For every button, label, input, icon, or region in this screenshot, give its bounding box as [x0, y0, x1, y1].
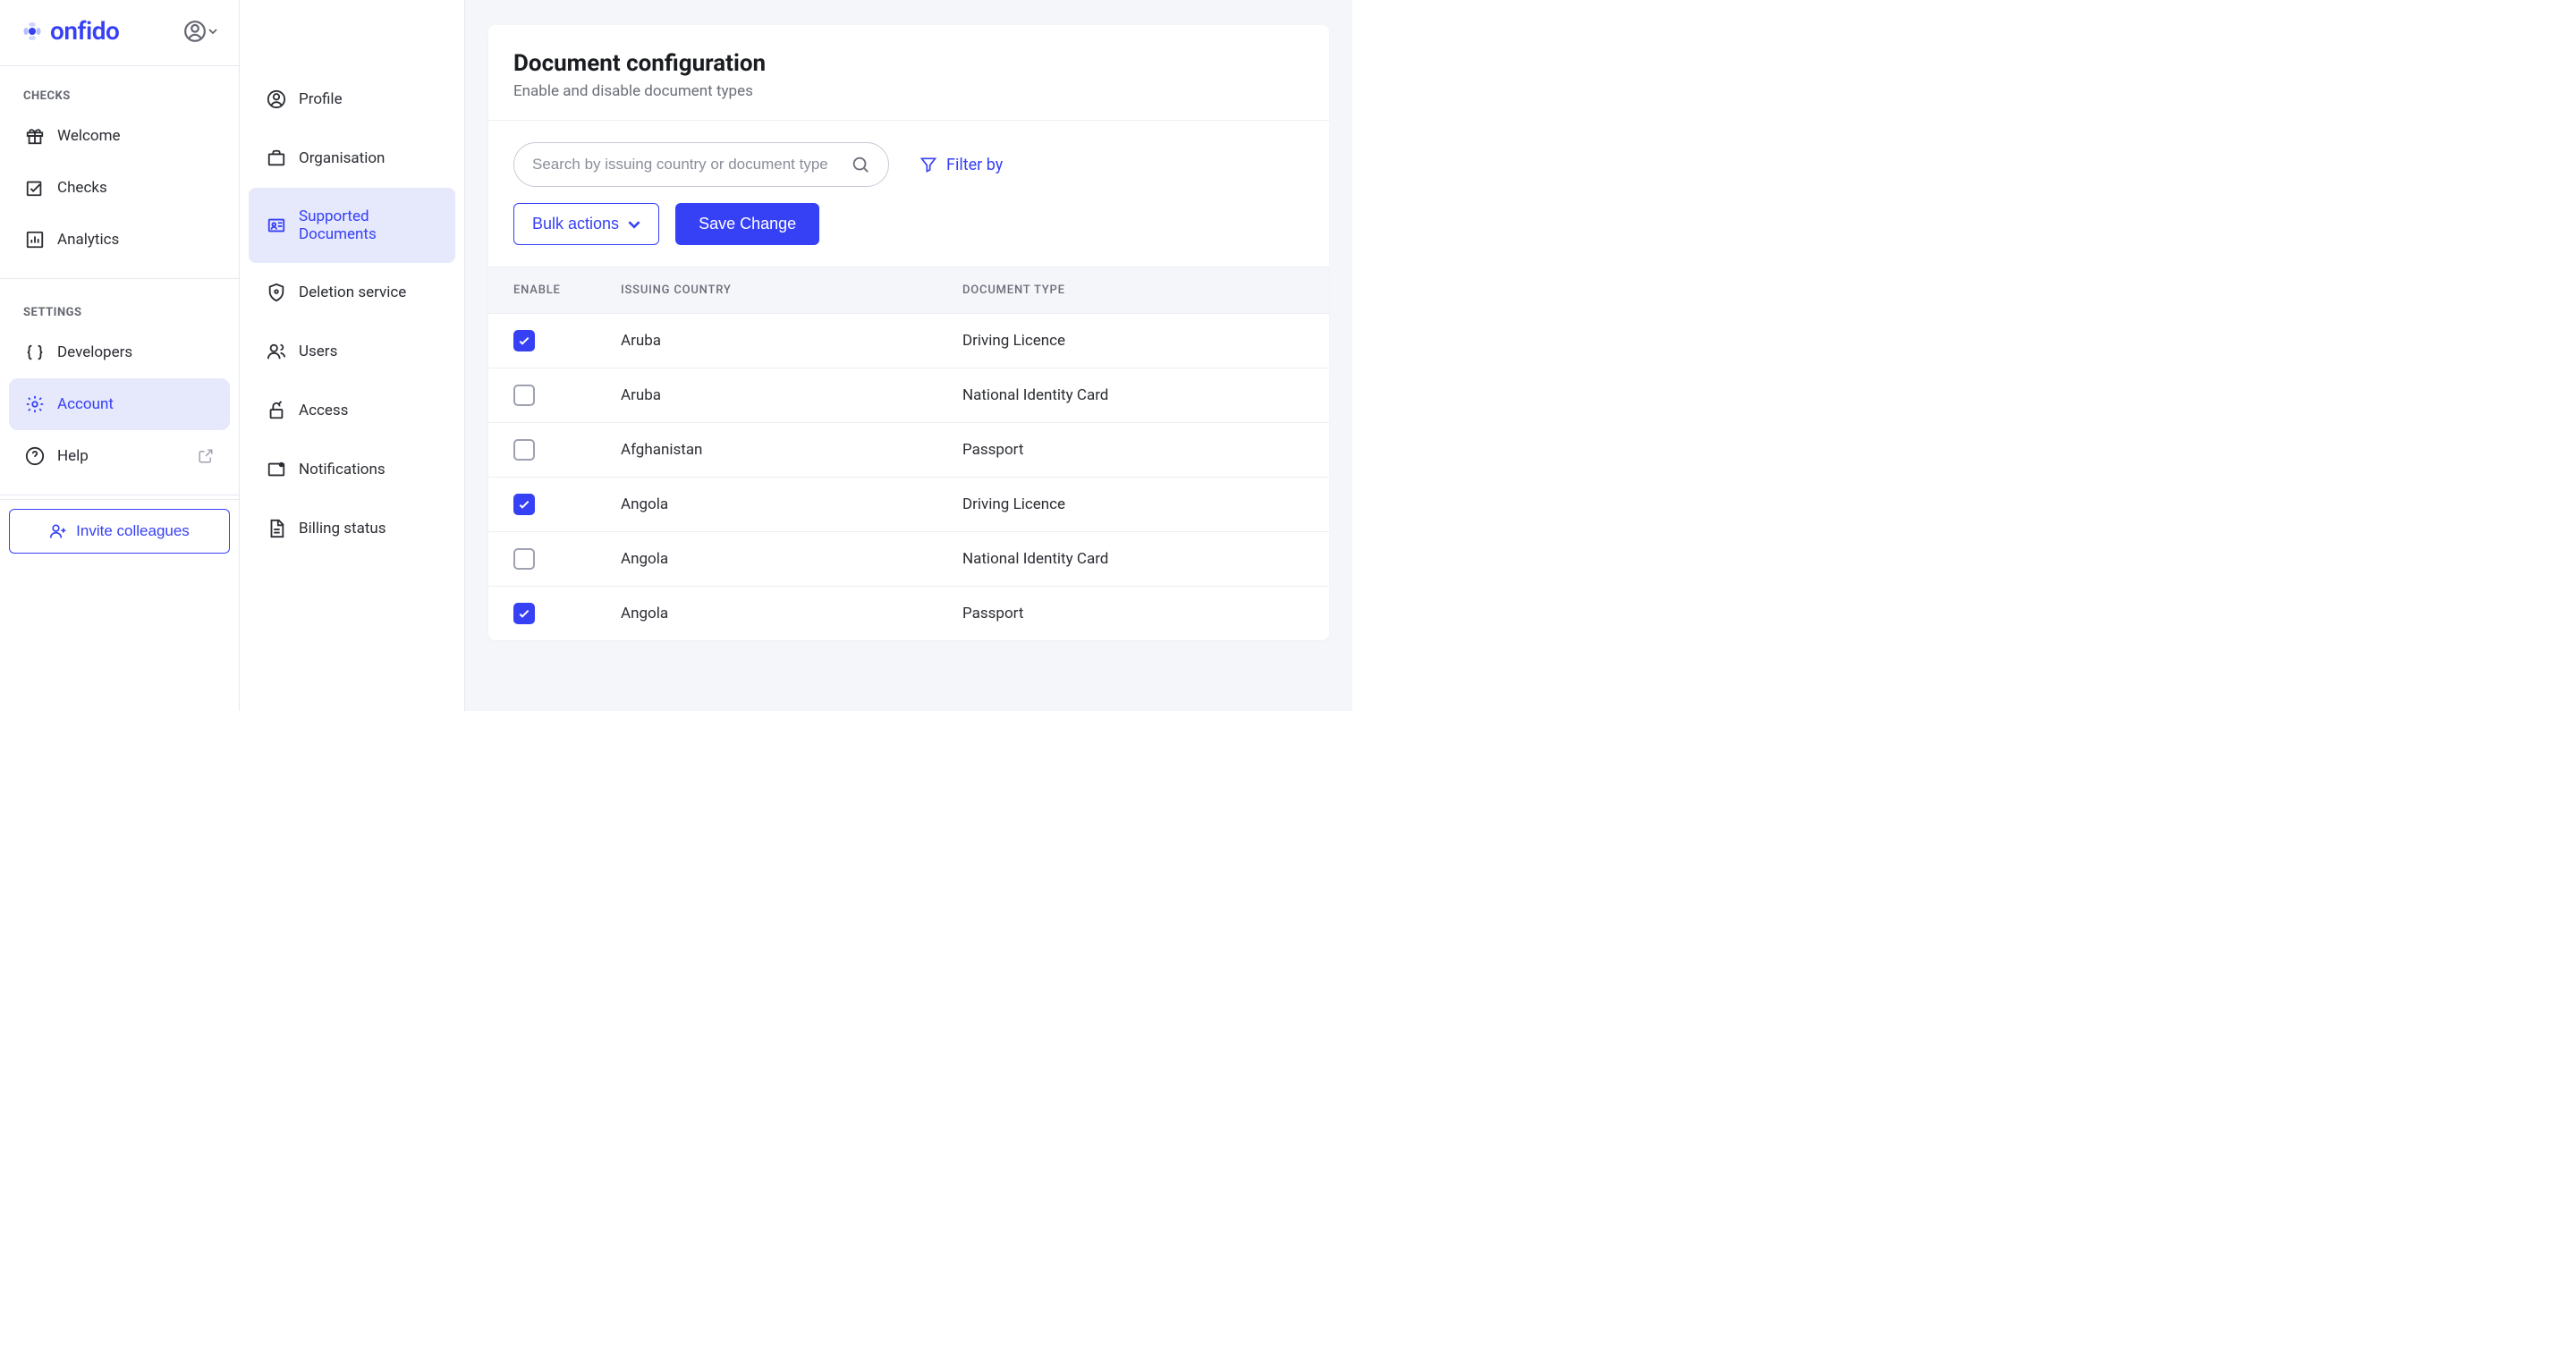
brand-name: onfido — [50, 16, 119, 46]
user-icon — [183, 20, 207, 43]
logo-icon — [21, 21, 43, 42]
table-row: AfghanistanPassport — [488, 423, 1329, 478]
subnav-supported-documents[interactable]: Supported Documents — [249, 188, 455, 263]
subnav-access[interactable]: Access — [249, 381, 455, 440]
nav-developers[interactable]: Developers — [9, 326, 230, 378]
enable-checkbox[interactable] — [513, 494, 535, 515]
section-checks-heading: CHECKS — [9, 82, 230, 110]
doctype-cell: Driving Licence — [962, 332, 1304, 350]
table-row: ArubaDriving Licence — [488, 314, 1329, 368]
doctype-cell: Passport — [962, 605, 1304, 622]
filter-icon — [919, 156, 937, 173]
subnav-organisation[interactable]: Organisation — [249, 129, 455, 188]
table-row: AngolaNational Identity Card — [488, 532, 1329, 587]
doctype-cell: National Identity Card — [962, 550, 1304, 568]
invite-colleagues-button[interactable]: Invite colleagues — [9, 509, 230, 554]
nav-help[interactable]: Help — [9, 430, 230, 482]
subnav-profile-label: Profile — [299, 90, 343, 108]
lock-icon — [267, 401, 286, 420]
section-settings-heading: SETTINGS — [9, 299, 230, 326]
invite-colleagues-label: Invite colleagues — [76, 522, 190, 540]
user-plus-icon — [49, 522, 67, 540]
nav-analytics-label: Analytics — [57, 231, 119, 249]
col-country-header: ISSUING COUNTRY — [621, 283, 962, 297]
document-icon — [267, 519, 286, 538]
subnav-deletion-service-label: Deletion service — [299, 283, 406, 301]
subnav-organisation-label: Organisation — [299, 149, 385, 167]
user-menu-button[interactable] — [183, 20, 217, 43]
country-cell: Angola — [621, 605, 962, 622]
country-cell: Aruba — [621, 386, 962, 404]
bulk-actions-button[interactable]: Bulk actions — [513, 203, 659, 245]
gift-icon — [25, 126, 45, 146]
id-card-icon — [267, 216, 286, 235]
check-icon — [517, 606, 531, 621]
filter-by-label: Filter by — [946, 156, 1003, 174]
nav-checks[interactable]: Checks — [9, 162, 230, 214]
chevron-down-icon — [628, 218, 640, 231]
chevron-down-icon — [208, 27, 217, 36]
table-row: ArubaNational Identity Card — [488, 368, 1329, 423]
search-input[interactable] — [532, 156, 851, 173]
country-cell: Angola — [621, 550, 962, 568]
col-type-header: DOCUMENT TYPE — [962, 283, 1304, 297]
enable-checkbox[interactable] — [513, 385, 535, 406]
braces-icon — [25, 343, 45, 362]
doctype-cell: Passport — [962, 441, 1304, 459]
subnav-profile[interactable]: Profile — [249, 70, 455, 129]
bulk-actions-label: Bulk actions — [532, 215, 619, 233]
enable-checkbox[interactable] — [513, 548, 535, 570]
subnav-users[interactable]: Users — [249, 322, 455, 381]
nav-help-label: Help — [57, 447, 89, 465]
search-icon — [851, 155, 870, 174]
save-change-label: Save Change — [699, 215, 796, 233]
country-cell: Aruba — [621, 332, 962, 350]
check-icon — [517, 334, 531, 348]
page-subtitle: Enable and disable document types — [513, 82, 1304, 100]
country-cell: Afghanistan — [621, 441, 962, 459]
table-row: AngolaDriving Licence — [488, 478, 1329, 532]
enable-checkbox[interactable] — [513, 330, 535, 351]
subnav-notifications[interactable]: Notifications — [249, 440, 455, 499]
nav-developers-label: Developers — [57, 343, 132, 361]
enable-checkbox[interactable] — [513, 439, 535, 461]
page-title: Document configuration — [513, 50, 1304, 77]
nav-welcome-label: Welcome — [57, 127, 121, 145]
question-icon — [25, 446, 45, 466]
briefcase-icon — [267, 148, 286, 168]
search-wrap — [513, 142, 889, 187]
notification-icon — [267, 460, 286, 479]
subnav-deletion-service[interactable]: Deletion service — [249, 263, 455, 322]
filter-by-button[interactable]: Filter by — [919, 156, 1003, 174]
gear-icon — [25, 394, 45, 414]
subnav-billing-status-label: Billing status — [299, 520, 386, 537]
nav-account[interactable]: Account — [9, 378, 230, 430]
nav-analytics[interactable]: Analytics — [9, 214, 230, 266]
subnav-access-label: Access — [299, 402, 348, 419]
brand-logo: onfido — [21, 16, 119, 46]
checkbox-icon — [25, 178, 45, 198]
save-change-button[interactable]: Save Change — [675, 203, 819, 245]
users-icon — [267, 342, 286, 361]
subnav-notifications-label: Notifications — [299, 461, 386, 478]
profile-icon — [267, 89, 286, 109]
enable-checkbox[interactable] — [513, 603, 535, 624]
shield-icon — [267, 283, 286, 302]
external-link-icon — [198, 448, 214, 464]
doctype-cell: National Identity Card — [962, 386, 1304, 404]
subnav-supported-documents-label: Supported Documents — [299, 207, 437, 243]
check-icon — [517, 497, 531, 512]
nav-account-label: Account — [57, 395, 114, 413]
nav-checks-label: Checks — [57, 179, 107, 197]
doctype-cell: Driving Licence — [962, 495, 1304, 513]
country-cell: Angola — [621, 495, 962, 513]
subnav-users-label: Users — [299, 343, 337, 360]
chart-icon — [25, 230, 45, 250]
subnav-billing-status[interactable]: Billing status — [249, 499, 455, 558]
table-row: AngolaPassport — [488, 587, 1329, 640]
nav-welcome[interactable]: Welcome — [9, 110, 230, 162]
col-enable-header: ENABLE — [513, 283, 621, 297]
